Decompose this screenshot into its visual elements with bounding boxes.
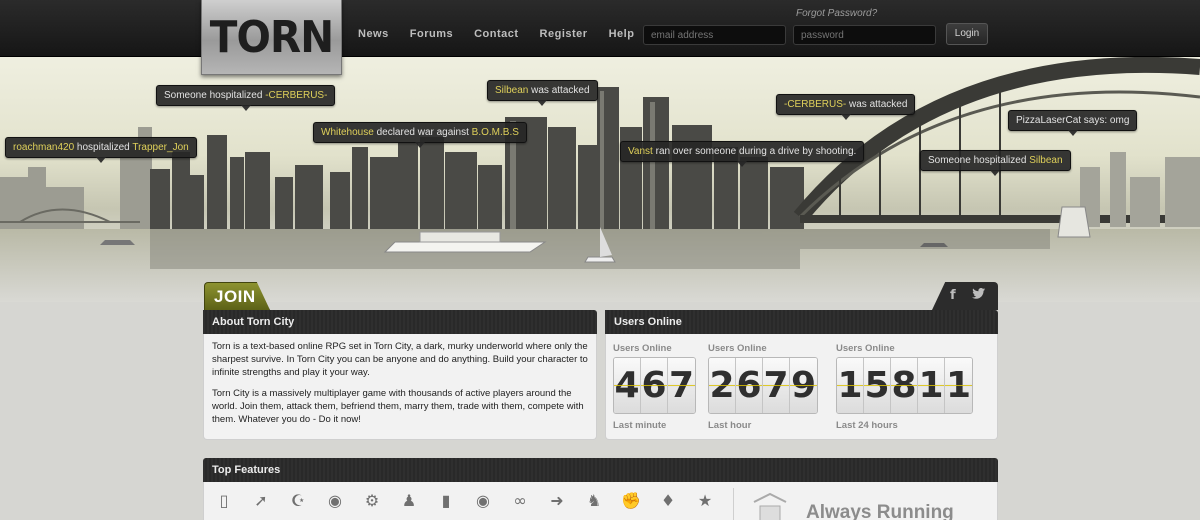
money-icon[interactable]: ♦: [658, 490, 678, 512]
counter-digit: 2: [709, 358, 736, 413]
users-online-panel: Users Online 4 6 7 Last minute Users Onl…: [605, 334, 998, 440]
tooltip-player[interactable]: Vanst: [628, 146, 653, 157]
users-online-title: Users Online: [614, 316, 682, 328]
forgot-password-link[interactable]: Forgot Password?: [796, 8, 877, 19]
tooltip-player[interactable]: -CERBERUS-: [784, 99, 846, 110]
tooltip-text: PizzaLaserCat says: omg: [1016, 115, 1130, 126]
tooltip-player[interactable]: roachman420: [13, 142, 74, 153]
nav-contact[interactable]: Contact: [474, 28, 518, 40]
counter-digit: 6: [736, 358, 763, 413]
tooltip-text: declared war against: [373, 127, 472, 138]
torn-logo[interactable]: TORN: [201, 0, 342, 75]
counter-last-hour: Users Online 2 6 7 9 Last hour: [708, 343, 818, 431]
star-icon[interactable]: ★: [695, 490, 715, 512]
tooltip-faction[interactable]: B.O.M.B.S: [472, 127, 519, 138]
counter-label: Users Online: [836, 343, 895, 354]
medal-icon[interactable]: ◉: [473, 490, 493, 512]
event-tooltip: PizzaLaserCat says: omg: [1008, 110, 1138, 136]
about-paragraph-2: Torn City is a massively multiplayer gam…: [212, 388, 584, 425]
nav-news[interactable]: News: [358, 28, 389, 40]
counter-sublabel: Last minute: [613, 420, 667, 431]
trophy-icon[interactable]: ☪: [288, 490, 308, 512]
password-field[interactable]: [793, 25, 936, 45]
counter-digit: 1: [918, 358, 945, 413]
nav-forums[interactable]: Forums: [410, 28, 453, 40]
graduate-icon[interactable]: ♞: [584, 490, 604, 512]
event-tooltip: Whitehouse declared war against B.O.M.B.…: [313, 122, 527, 148]
counter-digit: 1: [945, 358, 972, 413]
book-icon[interactable]: ▮: [436, 490, 456, 512]
top-navbar: News Forums Contact Register Help Forgot…: [0, 0, 1200, 57]
test-tube-icon[interactable]: ▯: [214, 490, 234, 512]
counter-last-minute: Users Online 4 6 7 Last minute: [613, 343, 696, 431]
login-button[interactable]: Login: [946, 23, 988, 45]
calendar-icon: [753, 492, 787, 520]
fist-icon[interactable]: ✊: [621, 490, 641, 512]
piggy-bank-icon[interactable]: ◉: [325, 490, 345, 512]
tooltip-text: was attacked: [846, 99, 908, 110]
counter-digits: 2 6 7 9: [708, 357, 818, 414]
about-panel: Torn is a text-based online RPG set in T…: [203, 334, 597, 440]
email-field[interactable]: [643, 25, 786, 45]
counter-digit: 8: [891, 358, 918, 413]
counter-digit: 4: [614, 358, 641, 413]
handcuffs-icon[interactable]: ∞: [510, 490, 530, 512]
counter-digit: 5: [864, 358, 891, 413]
tooltip-text: was attacked: [528, 85, 590, 96]
nav-register[interactable]: Register: [540, 28, 588, 40]
counter-digits: 4 6 7: [613, 357, 696, 414]
tooltip-player[interactable]: Silbean: [1029, 155, 1062, 166]
knife-icon[interactable]: ➚: [251, 490, 271, 512]
event-tooltip: Vanst ran over someone during a drive by…: [620, 141, 865, 167]
tooltip-player[interactable]: -CERBERUS-: [265, 90, 327, 101]
tooltip-text: Someone hospitalized: [928, 155, 1030, 166]
about-title: About Torn City: [212, 316, 295, 328]
tooltip-text: hospitalized: [74, 142, 133, 153]
counter-label: Users Online: [613, 343, 672, 354]
top-features-header: Top Features: [203, 458, 998, 482]
always-running-label: Always Running: [806, 502, 954, 520]
counter-digits: 1 5 8 1 1: [836, 357, 973, 414]
nav-help[interactable]: Help: [609, 28, 635, 40]
event-tooltip: Someone hospitalized -CERBERUS-: [156, 85, 336, 111]
event-tooltip: Silbean was attacked: [487, 80, 598, 106]
logo-text: TORN: [209, 12, 334, 63]
tooltip-player[interactable]: Trapper_Jon: [132, 142, 188, 153]
top-features-panel: ▯ ➚ ☪ ◉ ⚙ ♟ ▮ ◉ ∞ ➜ ♞ ✊ ♦ ★ Always Runni…: [203, 482, 998, 520]
event-tooltip: -CERBERUS- was attacked: [776, 94, 916, 120]
counter-digit: 1: [837, 358, 864, 413]
about-panel-header: About Torn City: [203, 310, 597, 334]
users-online-header: Users Online: [605, 310, 998, 334]
top-features-title: Top Features: [212, 464, 281, 476]
twitter-icon[interactable]: [972, 288, 985, 302]
counter-last-24-hours: Users Online 1 5 8 1 1 Last 24 hours: [836, 343, 973, 431]
tooltip-player[interactable]: Silbean: [495, 85, 528, 96]
main-nav: News Forums Contact Register Help: [358, 28, 655, 40]
event-tooltip: roachman420 hospitalized Trapper_Jon: [5, 137, 197, 163]
people-icon[interactable]: ♟: [399, 490, 419, 512]
gear-icon[interactable]: ⚙: [362, 490, 382, 512]
facebook-icon[interactable]: f: [950, 288, 956, 303]
counter-digit: 9: [790, 358, 817, 413]
city-hero-banner: Someone hospitalized -CERBERUS- Silbean …: [0, 57, 1200, 302]
counter-sublabel: Last 24 hours: [836, 420, 898, 431]
about-paragraph-1: Torn is a text-based online RPG set in T…: [212, 341, 588, 378]
event-tooltip: Someone hospitalized Silbean: [920, 150, 1071, 176]
syringe-icon[interactable]: ➜: [547, 490, 567, 512]
counter-label: Users Online: [708, 343, 767, 354]
tooltip-player[interactable]: Whitehouse: [321, 127, 374, 138]
features-divider: [733, 488, 734, 520]
counter-digit: 7: [763, 358, 790, 413]
tooltip-text: Someone hospitalized: [164, 90, 266, 101]
tooltip-text: ran over someone during a drive by shoot…: [652, 146, 857, 157]
counter-digit: 7: [668, 358, 695, 413]
counter-sublabel: Last hour: [708, 420, 752, 431]
counter-digit: 6: [641, 358, 668, 413]
